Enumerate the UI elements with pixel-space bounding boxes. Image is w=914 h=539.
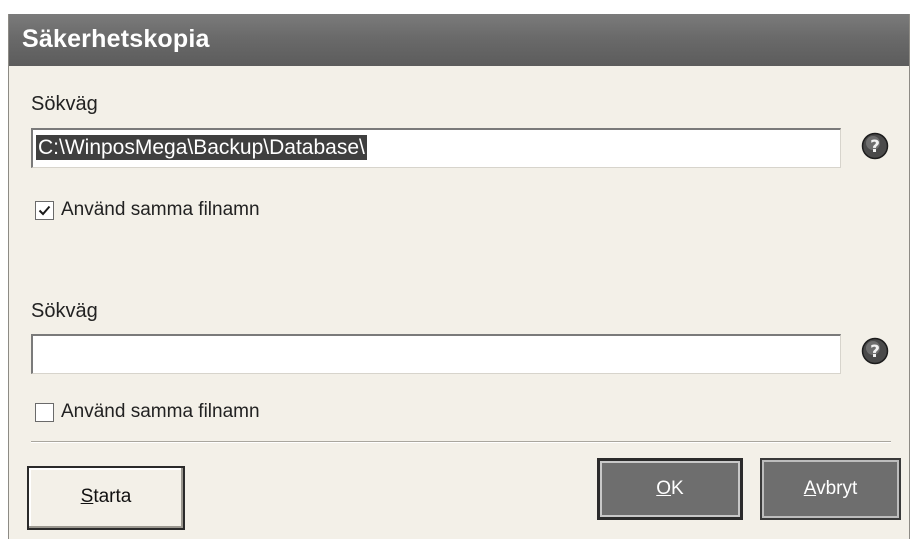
svg-text:?: ? bbox=[870, 137, 880, 157]
separator bbox=[31, 441, 891, 443]
backup-dialog: Säkerhetskopia Sökväg C:\WinposMega\Back… bbox=[8, 14, 910, 539]
start-button-mnemonic: S bbox=[80, 486, 94, 507]
ok-button-label: K bbox=[671, 478, 684, 499]
checkbox-1[interactable] bbox=[35, 201, 54, 220]
ok-button[interactable]: OK bbox=[597, 458, 743, 520]
cancel-button-label: vbryt bbox=[816, 478, 858, 499]
title-bar[interactable]: Säkerhetskopia bbox=[9, 14, 909, 66]
checkbox-label-1: Använd samma filnamn bbox=[61, 199, 260, 220]
question-icon[interactable]: ? bbox=[860, 131, 890, 161]
question-icon[interactable]: ? bbox=[860, 336, 890, 366]
path-input-1[interactable]: C:\WinposMega\Backup\Database\ bbox=[31, 128, 841, 168]
checkmark-icon bbox=[38, 205, 51, 216]
ok-button-mnemonic: O bbox=[656, 478, 672, 499]
dialog-title: Säkerhetskopia bbox=[22, 25, 210, 53]
start-button[interactable]: Starta bbox=[27, 466, 185, 530]
svg-text:?: ? bbox=[870, 342, 880, 362]
checkbox-2[interactable] bbox=[35, 403, 54, 422]
checkbox-label-2: Använd samma filnamn bbox=[61, 401, 260, 422]
path-input-1-value: C:\WinposMega\Backup\Database\ bbox=[36, 135, 367, 160]
cancel-button-mnemonic: A bbox=[803, 478, 817, 499]
path-label-1: Sökväg bbox=[31, 93, 98, 115]
cancel-button[interactable]: Avbryt bbox=[760, 458, 901, 520]
path-input-2[interactable] bbox=[31, 334, 841, 374]
start-button-label: tarta bbox=[93, 486, 132, 507]
path-label-2: Sökväg bbox=[31, 300, 98, 322]
